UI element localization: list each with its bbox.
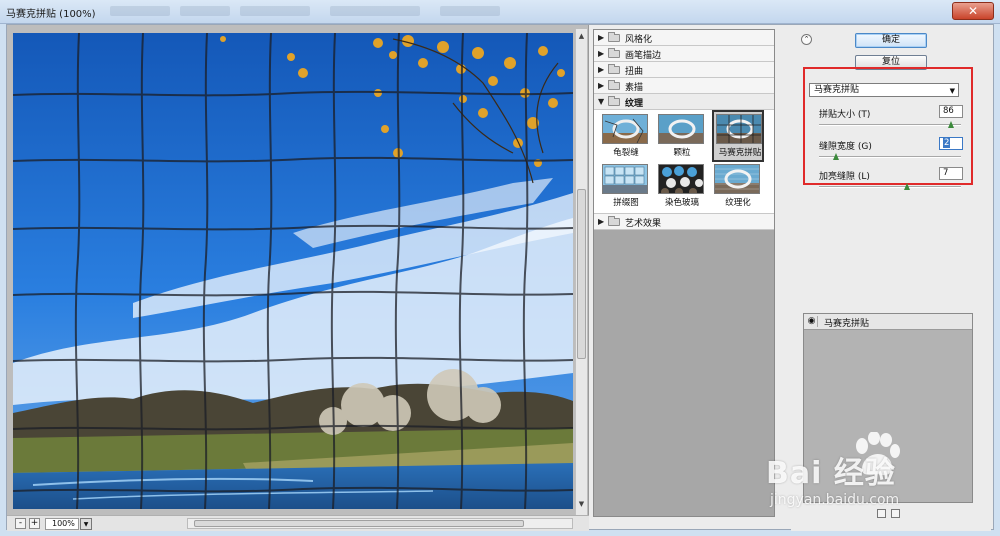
category-brush-strokes[interactable]: ▶ 画笔描边 (594, 46, 774, 62)
filter-gallery: ▶ 风格化 ▶ 画笔描边 ▶ 扭曲 ▶ 素描 ▼ 纹理 龟裂缝 颗粒 马赛克拼贴… (593, 29, 775, 517)
category-label: 风格化 (625, 35, 653, 45)
lighten-grout-field[interactable]: 7 (939, 167, 963, 180)
folder-icon (608, 48, 620, 58)
filter-thumb-craquelure[interactable]: 龟裂缝 (600, 112, 652, 164)
filter-thumb-label: 颗粒 (673, 148, 691, 158)
watermark-site: jingyan.baidu.com (770, 492, 900, 508)
tile-size-value: 86 (943, 106, 954, 116)
filter-thumb-patchwork[interactable]: 拼缀图 (600, 162, 652, 214)
grout-width-label: 缝隙宽度 (G) (819, 142, 872, 152)
preview-horizontal-scrollbar[interactable] (187, 518, 573, 529)
grout-width-field[interactable]: 2 (939, 137, 963, 150)
filter-type-value: 马赛克拼贴 (814, 85, 860, 95)
preview-vertical-scrollbar[interactable]: ▲ ▼ (575, 29, 587, 515)
zoom-field[interactable]: 100% (45, 518, 79, 530)
filter-thumb-label: 龟裂缝 (613, 148, 639, 158)
zoom-in-button[interactable]: + (29, 518, 40, 529)
category-label: 扭曲 (625, 67, 644, 77)
scrollbar-thumb[interactable] (577, 189, 586, 359)
expand-arrow-icon: ▶ (598, 217, 605, 226)
folder-icon (608, 216, 620, 226)
folder-icon (608, 64, 620, 74)
toolbar-ghost (440, 6, 500, 16)
filter-thumb-label: 马赛克拼贴 (718, 148, 762, 158)
filter-thumb-grain[interactable]: 颗粒 (656, 112, 708, 164)
baidu-watermark: Bai 经验 jingyan.baidu.com (764, 428, 954, 518)
eye-icon[interactable]: ◉ (806, 316, 818, 327)
category-label: 纹理 (625, 99, 644, 109)
preview-image[interactable] (13, 33, 573, 509)
tile-size-slider[interactable] (819, 121, 961, 128)
scrollbar-thumb[interactable] (194, 520, 524, 527)
filter-thumb-stained-glass[interactable]: 染色玻璃 (656, 162, 708, 214)
category-texture[interactable]: ▼ 纹理 (594, 94, 774, 110)
chevron-down-icon: ▼ (83, 521, 89, 528)
chevron-down-icon: ▼ (949, 87, 955, 95)
folder-icon (608, 80, 620, 90)
category-stylize[interactable]: ▶ 风格化 (594, 30, 774, 46)
close-button[interactable]: ✕ (952, 2, 994, 20)
folder-icon (608, 96, 620, 106)
filter-thumbnail-image (716, 114, 762, 144)
zoom-dropdown[interactable]: ▼ (80, 518, 92, 530)
texture-filter-thumbnails: 龟裂缝 颗粒 马赛克拼贴 拼缀图 染色玻璃 纹理化 (594, 110, 774, 214)
effect-layer-row[interactable]: ◉ 马赛克拼贴 (804, 314, 972, 330)
lighten-grout-label: 加亮缝隙 (L) (819, 172, 870, 182)
lighten-grout-value: 7 (943, 168, 949, 178)
filter-thumbnail-image (602, 164, 648, 194)
filter-thumb-label: 纹理化 (725, 198, 751, 208)
category-label: 艺术效果 (625, 219, 662, 229)
close-icon: ✕ (967, 4, 979, 18)
watermark-brand: Bai 经验 (766, 456, 896, 491)
lighten-grout-slider[interactable] (819, 183, 961, 190)
grout-width-slider[interactable] (819, 153, 961, 160)
toolbar-ghost (110, 6, 170, 16)
category-label: 素描 (625, 83, 644, 93)
expand-arrow-icon: ▶ (598, 49, 605, 58)
category-label: 画笔描边 (625, 51, 662, 61)
collapse-panel-icon[interactable]: ⌃ (801, 34, 812, 45)
filter-thumb-label: 拼缀图 (613, 198, 639, 208)
toolbar-ghost (330, 6, 420, 16)
filter-category-list: ▶ 风格化 ▶ 画笔描边 ▶ 扭曲 ▶ 素描 ▼ 纹理 龟裂缝 颗粒 马赛克拼贴… (594, 30, 774, 230)
scroll-down-icon[interactable]: ▼ (576, 499, 587, 510)
scroll-up-icon[interactable]: ▲ (576, 31, 587, 42)
expand-arrow-icon: ▶ (598, 65, 605, 74)
expand-arrow-icon: ▶ (598, 81, 605, 90)
collapse-arrow-icon: ▼ (598, 97, 605, 106)
grout-width-value: 2 (943, 138, 951, 148)
filter-thumbnail-image (714, 164, 760, 194)
window-title: 马赛克拼贴 (100%) (6, 9, 96, 20)
filter-thumbnail-image (602, 114, 648, 144)
filter-type-select[interactable]: 马赛克拼贴 ▼ (809, 83, 959, 97)
filter-thumb-mosaic-tiles[interactable]: 马赛克拼贴 (712, 110, 764, 162)
filter-thumb-label: 染色玻璃 (664, 198, 699, 208)
category-distort[interactable]: ▶ 扭曲 (594, 62, 774, 78)
expand-arrow-icon: ▶ (598, 33, 605, 42)
title-bar: 马赛克拼贴 (100%) ✕ (0, 0, 1000, 24)
tile-size-field[interactable]: 86 (939, 105, 963, 118)
effect-layer-name: 马赛克拼贴 (824, 319, 870, 329)
preview-status-bar: - + 100% ▼ (7, 515, 589, 531)
category-artistic[interactable]: ▶ 艺术效果 (594, 214, 774, 230)
folder-icon (608, 32, 620, 42)
ok-button[interactable]: 确定 (855, 33, 927, 48)
filter-thumb-texturizer[interactable]: 纹理化 (712, 162, 764, 214)
filter-thumbnail-image (658, 114, 704, 144)
toolbar-ghost (180, 6, 230, 16)
preview-pane: ▲ ▼ (7, 25, 589, 515)
toolbar-ghost (240, 6, 310, 16)
filter-thumbnail-image (658, 164, 704, 194)
tile-size-label: 拼贴大小 (T) (819, 110, 871, 120)
category-sketch[interactable]: ▶ 素描 (594, 78, 774, 94)
zoom-out-button[interactable]: - (15, 518, 26, 529)
